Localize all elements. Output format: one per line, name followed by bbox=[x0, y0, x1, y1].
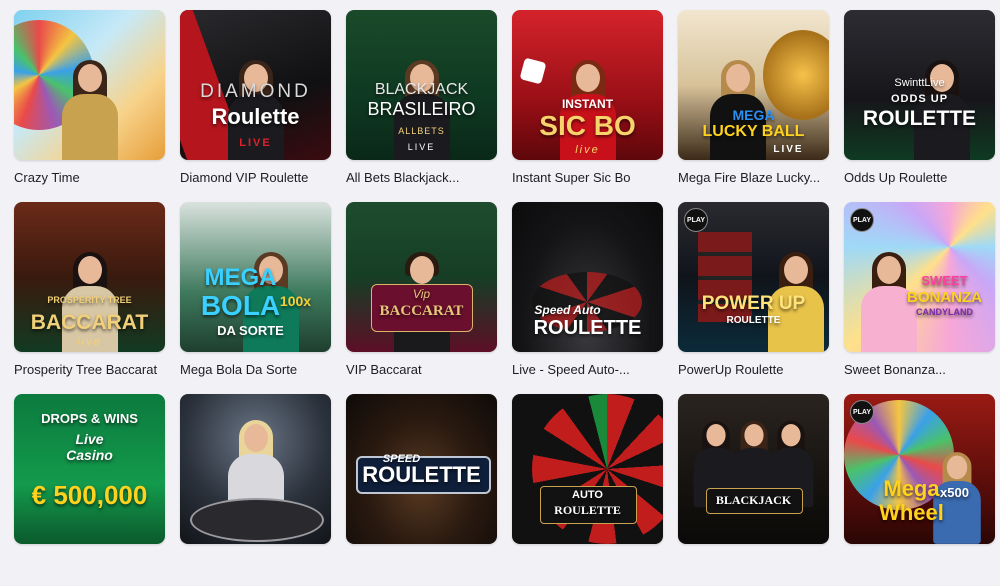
game-thumbnail: PLAY POWER UP ROULETTE bbox=[678, 202, 829, 352]
game-logo-line1: INSTANT bbox=[561, 97, 614, 111]
game-title: All Bets Blackjack... bbox=[346, 170, 460, 185]
game-logo-line1: MEGA bbox=[204, 264, 277, 291]
game-logo-line2: BONANZA bbox=[907, 289, 982, 306]
game-title: Crazy Time bbox=[14, 170, 80, 185]
game-logo-line2: ROULETTE bbox=[726, 315, 781, 326]
game-logo-line2: ROULETTE bbox=[862, 107, 977, 130]
game-logo-line2: ROULETTE bbox=[533, 317, 642, 339]
game-card-diamond-vip-roulette[interactable]: DIAMOND Roulette LIVE Diamond VIP Roulet… bbox=[180, 10, 331, 202]
game-title: Odds Up Roulette bbox=[844, 170, 948, 185]
game-title: Prosperity Tree Baccarat bbox=[14, 362, 158, 377]
game-card-crazy-time[interactable]: Crazy Time bbox=[14, 10, 165, 202]
game-card-prosperity-tree-baccarat[interactable]: PROSPERITY TREE BACCARAT live Prosperity… bbox=[14, 202, 165, 394]
game-logo-line2: BRASILEIRO bbox=[367, 99, 476, 119]
game-card-instant-super-sic-bo[interactable]: INSTANT SIC BO live Instant Super Sic Bo bbox=[512, 10, 663, 202]
game-card-mega-wheel[interactable]: PLAY Mega Wheel x500 bbox=[844, 394, 995, 586]
game-card-odds-up-roulette[interactable]: SwinttLive ODDS UP ROULETTE Odds Up Roul… bbox=[844, 10, 995, 202]
game-thumbnail: Vip BACCARAT bbox=[346, 202, 497, 352]
game-logo-line1: MEGA bbox=[732, 107, 775, 123]
game-grid: Crazy Time DIAMOND Roulette LIVE Diamond… bbox=[14, 10, 995, 586]
game-card-blackjack[interactable]: BLACKJACK bbox=[678, 394, 829, 586]
game-logo-line2: Roulette bbox=[211, 104, 300, 129]
game-logo-line1: Speed Auto bbox=[534, 303, 601, 317]
game-card-drops-and-wins[interactable]: DROPS & WINS Live Casino € 500,000 bbox=[14, 394, 165, 586]
game-thumbnail: DIAMOND Roulette LIVE bbox=[180, 10, 331, 160]
prize-pool-amount: € 500,000 bbox=[31, 480, 148, 510]
live-badge: LIVE bbox=[773, 144, 804, 155]
game-logo-line1: POWER UP bbox=[701, 293, 806, 314]
allbets-badge: ALLBETS bbox=[398, 126, 445, 136]
game-thumbnail: Speed Auto ROULETTE bbox=[512, 202, 663, 352]
game-logo-line2: LUCKY BALL bbox=[702, 123, 805, 140]
live-badge: LIVE bbox=[239, 137, 272, 149]
game-title: PowerUp Roulette bbox=[678, 362, 784, 377]
game-logo-line2: BACCARAT bbox=[30, 311, 149, 334]
game-logo-line1: Vip bbox=[412, 287, 431, 301]
game-logo-line1: BLACKJACK bbox=[374, 81, 469, 98]
game-thumbnail: BLACKJACK BRASILEIRO ALLBETS LIVE bbox=[346, 10, 497, 160]
play-badge-icon: PLAY bbox=[684, 208, 708, 232]
game-logo-line3: CANDYLAND bbox=[916, 307, 973, 317]
promo-logo-line2: Live bbox=[75, 431, 104, 447]
game-logo-line1: DIAMOND bbox=[200, 81, 311, 102]
game-thumbnail: SPEED ROULETTE bbox=[346, 394, 497, 544]
promo-logo-line3: Casino bbox=[66, 447, 113, 463]
game-card-vip-baccarat[interactable]: Vip BACCARAT VIP Baccarat bbox=[346, 202, 497, 394]
live-badge: live bbox=[575, 144, 600, 156]
game-logo-line1: SWEET bbox=[921, 273, 968, 288]
game-logo-line2: BACCARAT bbox=[379, 303, 464, 319]
game-title: Sweet Bonanza... bbox=[844, 362, 946, 377]
provider-logo: SwinttLive bbox=[894, 77, 945, 89]
multiplier-badge: 100x bbox=[279, 293, 312, 309]
game-card-mega-bola-da-sorte[interactable]: MEGA BOLA DA SORTE 100x Mega Bola Da Sor… bbox=[180, 202, 331, 394]
game-card-all-bets-blackjack[interactable]: BLACKJACK BRASILEIRO ALLBETS LIVE All Be… bbox=[346, 10, 497, 202]
game-logo: BLACKJACK bbox=[715, 493, 792, 507]
multiplier-badge: x500 bbox=[940, 485, 969, 500]
game-card-live-roulette-host[interactable] bbox=[180, 394, 331, 586]
game-thumbnail: AUTO ROULETTE bbox=[512, 394, 663, 544]
game-title: VIP Baccarat bbox=[346, 362, 422, 377]
game-thumbnail: PLAY Mega Wheel x500 bbox=[844, 394, 995, 544]
game-logo-line2: ROULETTE bbox=[362, 462, 481, 487]
game-thumbnail: MEGA LUCKY BALL LIVE bbox=[678, 10, 829, 160]
game-thumbnail: PROSPERITY TREE BACCARAT live bbox=[14, 202, 165, 352]
promo-logo-line1: DROPS & WINS bbox=[41, 411, 138, 426]
game-logo-line2: SIC BO bbox=[539, 110, 636, 141]
game-logo-line3: DA SORTE bbox=[217, 323, 284, 338]
game-card-mega-fire-blaze-lucky-ball[interactable]: MEGA LUCKY BALL LIVE Mega Fire Blaze Luc… bbox=[678, 10, 829, 202]
game-thumbnail: PLAY SWEET BONANZA CANDYLAND bbox=[844, 202, 995, 352]
live-badge: live bbox=[77, 336, 102, 348]
game-title: Mega Bola Da Sorte bbox=[180, 362, 298, 377]
game-thumbnail bbox=[14, 10, 165, 160]
game-thumbnail: INSTANT SIC BO live bbox=[512, 10, 663, 160]
game-thumbnail: SwinttLive ODDS UP ROULETTE bbox=[844, 10, 995, 160]
game-logo-line2: ROULETTE bbox=[554, 503, 621, 517]
game-thumbnail: DROPS & WINS Live Casino € 500,000 bbox=[14, 394, 165, 544]
game-logo-line2: Wheel bbox=[879, 500, 944, 525]
game-thumbnail bbox=[180, 394, 331, 544]
game-card-sweet-bonanza[interactable]: PLAY SWEET BONANZA CANDYLAND Sweet Bonan… bbox=[844, 202, 995, 394]
game-thumbnail: BLACKJACK bbox=[678, 394, 829, 544]
game-logo-line1: ODDS UP bbox=[890, 93, 949, 105]
game-logo-line1: PROSPERITY TREE bbox=[47, 295, 132, 305]
roulette-wheel-icon bbox=[190, 498, 324, 542]
game-title: Live - Speed Auto-... bbox=[512, 362, 630, 377]
game-card-powerup-roulette[interactable]: PLAY POWER UP ROULETTE PowerUp Roulette bbox=[678, 202, 829, 394]
game-title: Diamond VIP Roulette bbox=[180, 170, 309, 185]
game-title: Mega Fire Blaze Lucky... bbox=[678, 170, 821, 185]
dice-icon bbox=[519, 57, 547, 85]
play-badge-icon: PLAY bbox=[850, 208, 874, 232]
game-card-speed-roulette[interactable]: SPEED ROULETTE bbox=[346, 394, 497, 586]
host-figure bbox=[61, 60, 118, 160]
game-card-speed-auto-roulette[interactable]: Speed Auto ROULETTE Live - Speed Auto-..… bbox=[512, 202, 663, 394]
game-title: Instant Super Sic Bo bbox=[512, 170, 631, 185]
game-thumbnail: MEGA BOLA DA SORTE 100x bbox=[180, 202, 331, 352]
game-logo-line1: AUTO bbox=[572, 489, 603, 501]
live-badge: LIVE bbox=[407, 142, 436, 152]
play-badge-icon: PLAY bbox=[850, 400, 874, 424]
game-card-auto-roulette[interactable]: AUTO ROULETTE bbox=[512, 394, 663, 586]
